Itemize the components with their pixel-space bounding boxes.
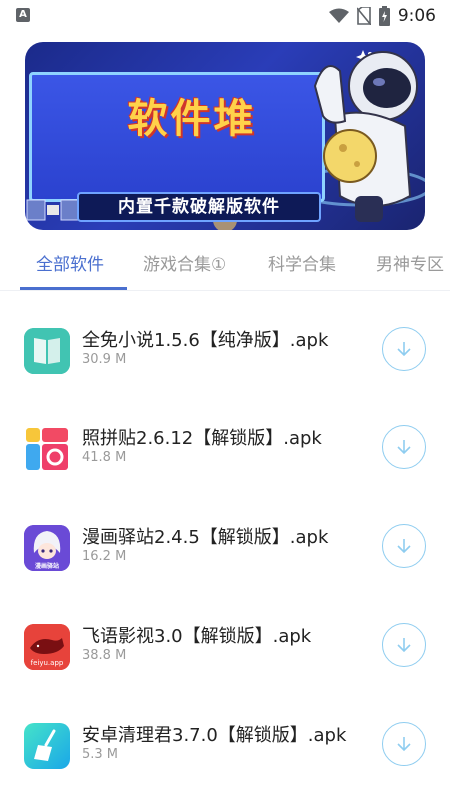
broom-icon bbox=[24, 723, 70, 769]
status-time: 9:06 bbox=[397, 6, 436, 26]
list-item[interactable]: 全免小说1.5.6【纯净版】.apk 30.9 M bbox=[0, 300, 450, 398]
app-name: 照拼贴2.6.12【解锁版】.apk bbox=[82, 428, 322, 449]
tab-science-collection[interactable]: 科学合集 bbox=[268, 250, 336, 275]
tab-game-collection[interactable]: 游戏合集① bbox=[143, 250, 226, 275]
download-button[interactable] bbox=[382, 722, 426, 766]
download-arrow-icon bbox=[397, 342, 411, 357]
photo-collage-icon bbox=[24, 426, 70, 472]
list-item[interactable]: 照拼贴2.6.12【解锁版】.apk 41.8 M bbox=[0, 398, 450, 496]
app-size: 38.8 M bbox=[82, 648, 127, 663]
list-item[interactable]: 安卓清理君3.7.0【解锁版】.apk 5.3 M bbox=[0, 695, 450, 793]
app-size: 5.3 M bbox=[82, 747, 119, 762]
download-arrow-icon bbox=[397, 737, 411, 752]
icon-caption: feiyu.app bbox=[30, 659, 64, 667]
download-button[interactable] bbox=[382, 524, 426, 568]
app-name: 安卓清理君3.7.0【解锁版】.apk bbox=[82, 725, 347, 746]
manga-avatar-icon: 漫画驿站 bbox=[24, 525, 70, 571]
banner-subtitle: 内置千款破解版软件 bbox=[77, 192, 321, 222]
icon-caption: 漫画驿站 bbox=[34, 563, 59, 570]
app-size: 16.2 M bbox=[82, 549, 127, 564]
tab-divider bbox=[0, 290, 450, 291]
battery-charging-icon bbox=[378, 6, 390, 26]
whale-icon: feiyu.app bbox=[24, 624, 70, 670]
status-icons: 9:06 bbox=[328, 5, 436, 27]
app-name: 飞语影视3.0【解锁版】.apk bbox=[82, 626, 312, 647]
satellite-icon bbox=[26, 199, 80, 221]
download-button[interactable] bbox=[382, 327, 426, 371]
promo-banner[interactable]: 软件堆 内置千款破解版软件 bbox=[25, 42, 425, 230]
tab-male-zone[interactable]: 男神专区 bbox=[376, 250, 444, 275]
a-notification-icon: A bbox=[16, 8, 30, 22]
book-icon bbox=[24, 328, 70, 374]
download-button[interactable] bbox=[382, 623, 426, 667]
wifi-icon bbox=[328, 8, 349, 23]
list-item[interactable]: feiyu.app 飞语影视3.0【解锁版】.apk 38.8 M bbox=[0, 596, 450, 694]
app-size: 30.9 M bbox=[82, 352, 127, 367]
app-size: 41.8 M bbox=[82, 450, 127, 465]
app-name: 全免小说1.5.6【纯净版】.apk bbox=[82, 330, 329, 351]
category-tabs: 全部软件 游戏合集① 科学合集 男神专区 bbox=[0, 240, 450, 292]
app-name: 漫画驿站2.4.5【解锁版】.apk bbox=[82, 527, 329, 548]
download-arrow-icon bbox=[397, 440, 411, 455]
banner-title: 软件堆 bbox=[127, 96, 257, 142]
no-sim-icon bbox=[356, 7, 371, 25]
list-item[interactable]: 漫画驿站 漫画驿站2.4.5【解锁版】.apk 16.2 M bbox=[0, 497, 450, 595]
tab-all-software[interactable]: 全部软件 bbox=[36, 250, 104, 275]
download-arrow-icon bbox=[397, 539, 411, 554]
download-arrow-icon bbox=[397, 638, 411, 653]
status-bar: A 9:06 bbox=[0, 0, 450, 32]
download-button[interactable] bbox=[382, 425, 426, 469]
